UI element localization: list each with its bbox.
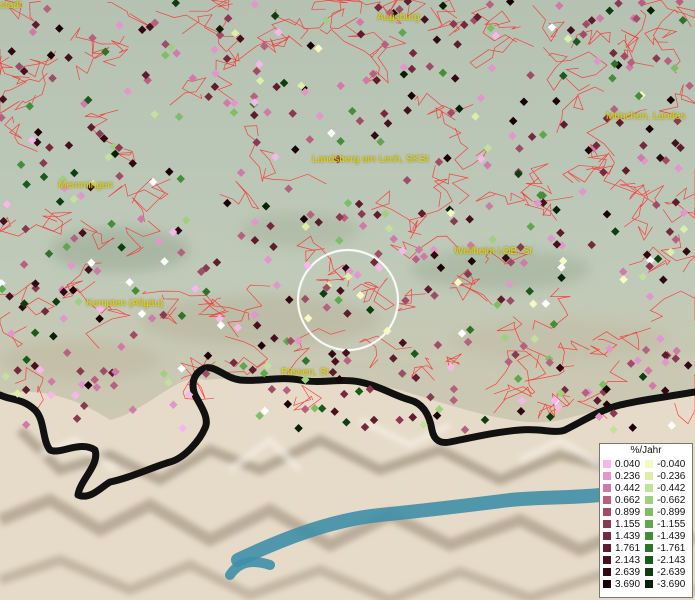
legend-label: 1.155 bbox=[615, 519, 641, 530]
legend-label: 0.662 bbox=[615, 495, 641, 506]
legend-swatch bbox=[603, 580, 611, 588]
legend-label: -1.155 bbox=[657, 519, 686, 530]
legend-item-positive: 2.639 bbox=[603, 567, 640, 578]
legend-label: -1.761 bbox=[657, 543, 686, 554]
legend-label: 3.690 bbox=[615, 579, 641, 590]
legend-swatch bbox=[603, 496, 611, 504]
legend-label: 1.761 bbox=[615, 543, 641, 554]
legend-item-negative: -0.662 bbox=[645, 495, 685, 506]
legend-label: 0.442 bbox=[615, 483, 641, 494]
legend-swatch bbox=[603, 568, 611, 576]
legend-swatch bbox=[645, 556, 653, 564]
legend-swatch bbox=[603, 460, 611, 468]
legend-label: -0.442 bbox=[657, 483, 686, 494]
legend-swatch bbox=[603, 520, 611, 528]
place-label: Kempten (Allgäu) bbox=[86, 298, 164, 309]
legend-swatch bbox=[645, 460, 653, 468]
legend-swatch bbox=[603, 532, 611, 540]
legend-item-positive: 0.662 bbox=[603, 495, 640, 506]
legend-label: 2.639 bbox=[615, 567, 641, 578]
legend-item-positive: 1.155 bbox=[603, 519, 640, 530]
place-label: München, Landes bbox=[606, 111, 686, 122]
legend-swatch bbox=[603, 508, 611, 516]
legend-swatch bbox=[645, 520, 653, 528]
legend-item-negative: -0.442 bbox=[645, 483, 685, 494]
legend-item-positive: 1.761 bbox=[603, 543, 640, 554]
legend-label: 0.040 bbox=[615, 459, 641, 470]
place-label: Füssen, St bbox=[281, 367, 329, 378]
legend-swatch bbox=[603, 484, 611, 492]
legend-label: -2.639 bbox=[657, 567, 686, 578]
legend-item-negative: -2.143 bbox=[645, 555, 685, 566]
legend-swatch bbox=[645, 472, 653, 480]
legend-title: %/Jahr bbox=[630, 445, 662, 456]
legend-item-negative: -2.639 bbox=[645, 567, 685, 578]
legend-item-positive: 2.143 bbox=[603, 555, 640, 566]
legend-swatch bbox=[645, 508, 653, 516]
place-label: Landsberg am Lech, SKSt bbox=[312, 154, 429, 165]
legend: %/Jahr 0.040 -0.040 0.236 -0.236 0.442 -0.442… bbox=[599, 443, 693, 598]
legend-item-positive: 0.899 bbox=[603, 507, 640, 518]
legend-swatch bbox=[645, 544, 653, 552]
map-view[interactable]: stadt Augsburg München, Landes Landsberg… bbox=[0, 0, 695, 600]
legend-swatch bbox=[645, 580, 653, 588]
legend-label: -2.143 bbox=[657, 555, 686, 566]
legend-label: 2.143 bbox=[615, 555, 641, 566]
legend-item-positive: 0.236 bbox=[603, 471, 640, 482]
legend-item-negative: -1.155 bbox=[645, 519, 685, 530]
legend-item-positive: 0.040 bbox=[603, 459, 640, 470]
legend-item-negative: -0.899 bbox=[645, 507, 685, 518]
legend-item-negative: -1.439 bbox=[645, 531, 685, 542]
legend-item-negative: -0.040 bbox=[645, 459, 685, 470]
place-label: Memmingen bbox=[58, 180, 114, 191]
legend-item-negative: -0.236 bbox=[645, 471, 685, 482]
legend-swatch bbox=[645, 484, 653, 492]
place-label: Augsburg bbox=[377, 12, 420, 23]
legend-label: -0.662 bbox=[657, 495, 686, 506]
legend-swatch bbox=[603, 556, 611, 564]
legend-item-positive: 1.439 bbox=[603, 531, 640, 542]
place-label: Weilheim i.OB, St bbox=[454, 246, 533, 257]
legend-item-negative: -3.690 bbox=[645, 579, 685, 590]
legend-label: 1.439 bbox=[615, 531, 641, 542]
legend-item-positive: 3.690 bbox=[603, 579, 640, 590]
legend-swatch bbox=[645, 568, 653, 576]
legend-swatch bbox=[603, 472, 611, 480]
legend-item-positive: 0.442 bbox=[603, 483, 640, 494]
legend-label: -0.040 bbox=[657, 459, 686, 470]
legend-swatch bbox=[645, 496, 653, 504]
legend-label: -0.899 bbox=[657, 507, 686, 518]
legend-label: -1.439 bbox=[657, 531, 686, 542]
legend-label: -3.690 bbox=[657, 579, 686, 590]
legend-label: -0.236 bbox=[657, 471, 686, 482]
legend-swatch bbox=[645, 532, 653, 540]
legend-swatch bbox=[603, 544, 611, 552]
legend-item-negative: -1.761 bbox=[645, 543, 685, 554]
legend-label: 0.236 bbox=[615, 471, 641, 482]
place-label: stadt bbox=[0, 0, 22, 11]
legend-label: 0.899 bbox=[615, 507, 641, 518]
